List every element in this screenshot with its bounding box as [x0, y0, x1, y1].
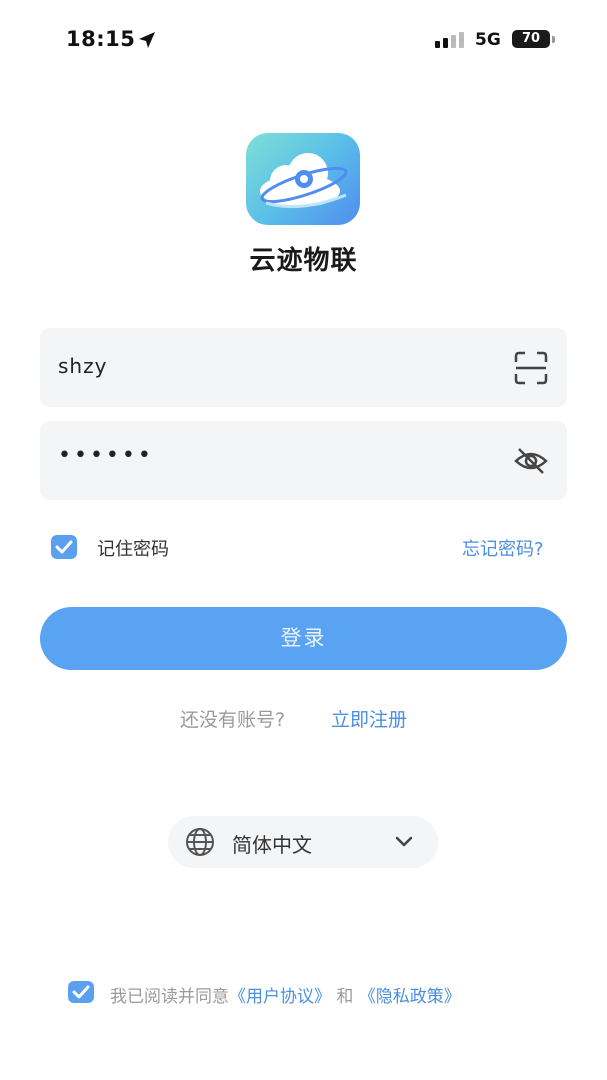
battery-icon: 70	[512, 30, 556, 50]
password-value: ••••••	[58, 443, 154, 468]
forgot-password-link[interactable]: 忘记密码?	[462, 535, 544, 561]
location-arrow-icon	[139, 32, 155, 48]
check-icon	[72, 985, 90, 999]
remember-password-label[interactable]: 记住密码	[97, 535, 169, 561]
password-field[interactable]: ••••••	[40, 421, 567, 500]
username-field[interactable]: shzy	[40, 328, 567, 407]
app-name: 云迹物联	[249, 246, 358, 276]
signal-bars-icon	[435, 32, 464, 48]
battery-level: 70	[512, 30, 550, 48]
no-account-text: 还没有账号?	[180, 709, 286, 731]
cloud-logo-icon	[246, 133, 360, 225]
language-label: 简体中文	[232, 833, 312, 857]
globe-icon	[186, 828, 214, 856]
remember-password-checkbox[interactable]	[51, 535, 77, 559]
agreement-checkbox[interactable]	[68, 981, 94, 1003]
login-button[interactable]: 登录	[40, 607, 567, 670]
eye-off-icon[interactable]	[513, 443, 549, 479]
scan-icon[interactable]	[513, 350, 549, 386]
status-time: 18:15	[66, 27, 136, 51]
agreement-and: 和	[336, 987, 354, 1007]
agreement-text: 我已阅读并同意《用户协议》 和 《隐私政策》	[110, 982, 461, 1007]
username-value: shzy	[58, 354, 108, 378]
check-icon	[55, 540, 73, 554]
user-agreement-link[interactable]: 《用户协议》	[229, 987, 331, 1007]
privacy-policy-link[interactable]: 《隐私政策》	[359, 987, 461, 1007]
language-select[interactable]: 简体中文	[168, 816, 438, 868]
network-type: 5G	[475, 30, 501, 50]
register-link[interactable]: 立即注册	[331, 705, 407, 732]
agreement-prefix: 我已阅读并同意	[110, 987, 229, 1007]
chevron-down-icon	[395, 836, 413, 847]
